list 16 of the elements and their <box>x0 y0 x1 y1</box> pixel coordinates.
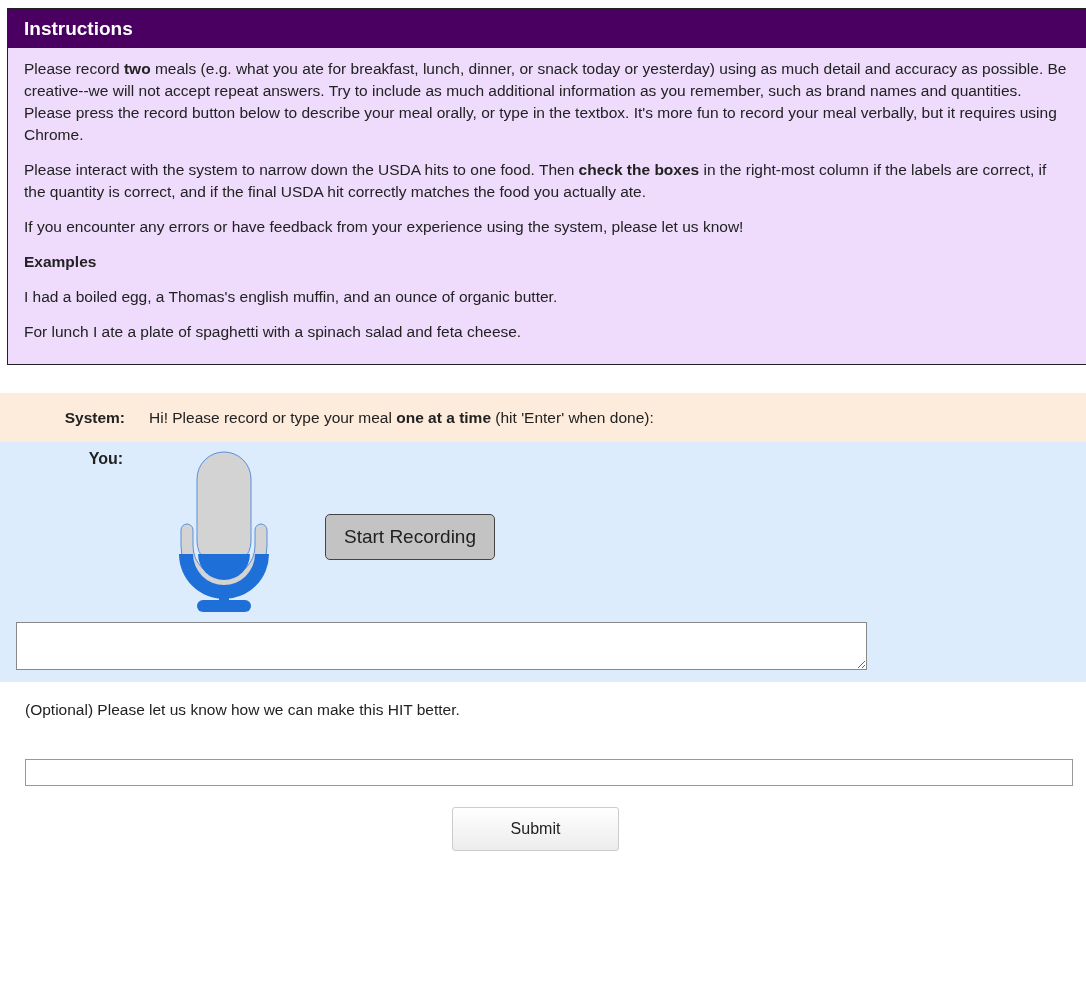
submit-button[interactable]: Submit <box>452 807 619 851</box>
system-message: Hi! Please record or type your meal one at a time (hit 'Enter' when done): <box>149 408 654 427</box>
example-text: I had a boiled egg, a Thomas's english muffin, and an ounce of organic butter. <box>24 287 559 307</box>
feedback-input-field[interactable] <box>25 759 1073 786</box>
instructions-title: Instructions <box>8 9 1086 48</box>
examples-heading: Examples <box>24 252 98 272</box>
microphone-icon[interactable] <box>177 450 271 614</box>
start-recording-button[interactable]: Start Recording <box>325 514 495 560</box>
instruction-paragraph: Please record two meals (e.g. what you ate for breakfast, lunch, dinner, or snack today or yesterday) using as much detail and accuracy as possible. Be creative--we will not accept repeat answers. Try to include as much additional information as you remember, such as brand names and quantities. Please press the record button below to describe your meal orally, or type in the textbox. It's more fun to record your meal verbally, but it requires using Chrome. <box>24 59 1068 145</box>
meal-input-field[interactable] <box>16 622 867 670</box>
instruction-paragraph: Please interact with the system to narrow down the USDA hits to one food. Then check the boxes in the right-most column if the labels are correct, if the quantity is correct, and if the final USDA hit correctly matches the food you actually ate. <box>24 160 1048 202</box>
example-text: For lunch I ate a plate of spaghetti with a spinach salad and feta cheese. <box>24 322 523 342</box>
instruction-paragraph: If you encounter any errors or have feedback from your experience using the system, please let us know! <box>24 217 745 237</box>
feedback-prompt: (Optional) Please let us know how we can make this HIT better. <box>25 701 461 719</box>
you-label: You: <box>87 450 123 469</box>
system-label: System: <box>63 408 125 427</box>
